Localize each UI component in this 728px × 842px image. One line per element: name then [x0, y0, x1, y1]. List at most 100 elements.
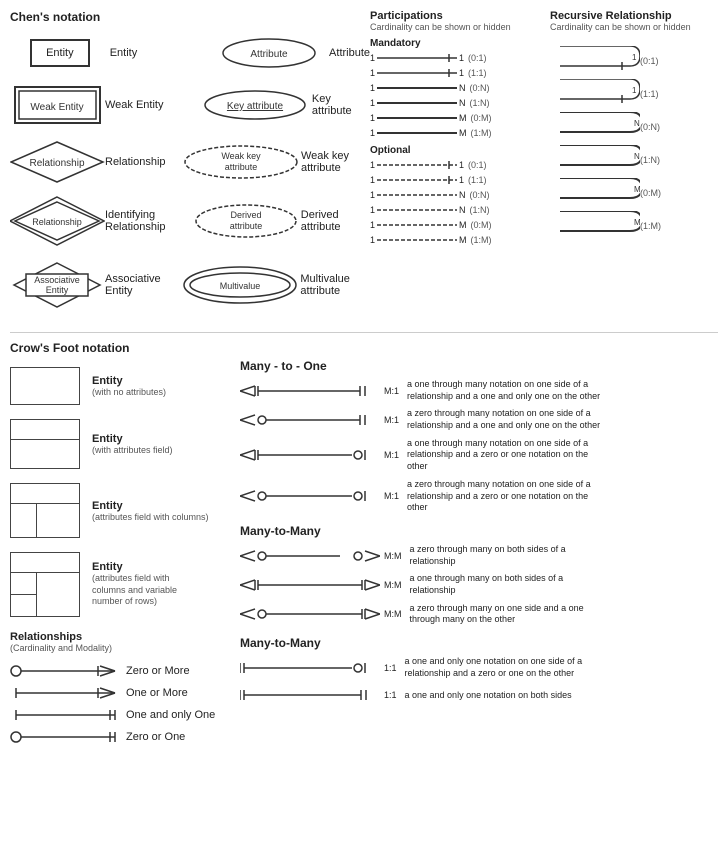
part-left-4: 1 [370, 98, 375, 108]
relationships-title: Relationships [10, 631, 240, 643]
mto-line-1 [240, 381, 380, 401]
part-left-1: 1 [370, 53, 375, 63]
chen-row-relationship: Relationship Relationship Weak key attri… [10, 140, 370, 184]
mto-ratio-3: M:1 [384, 450, 399, 460]
part-opt-card-5: (0:M) [471, 220, 492, 230]
part-left-6: 1 [370, 128, 375, 138]
rec-line-4: N [550, 145, 640, 175]
crows-left: Crow's Foot notation Entity (with no att… [10, 341, 240, 751]
attribute-ellipse-svg: Attribute [219, 36, 319, 70]
participations-subtitle: Cardinality can be shown or hidden [370, 22, 550, 32]
mto-desc-1: a one through many notation on one side … [407, 379, 607, 402]
crows-section: Crow's Foot notation Entity (with no att… [10, 341, 718, 751]
svg-text:Key attribute: Key attribute [227, 101, 284, 112]
mtm-line-2 [240, 575, 380, 595]
cf-entity-cols-row: Entity (attributes field with columns) [10, 483, 240, 538]
weak-entity-svg: Weak Entity [10, 82, 105, 128]
entity-label: Entity [110, 47, 210, 59]
relationship-label: Relationship [105, 156, 181, 168]
weak-key-shape: Weak key attribute [181, 143, 301, 181]
mtm-desc-3: a zero through many on one side and a on… [410, 603, 610, 626]
rec-line-6: M [550, 211, 640, 241]
part-left-3: 1 [370, 83, 375, 93]
rec-card-1: (0:1) [640, 56, 659, 66]
part-right-4: N [459, 98, 466, 108]
cf-entity-attr-row: Entity (with attributes field) [10, 419, 240, 469]
part-opt-card-6: (1:M) [471, 235, 492, 245]
svg-text:1: 1 [632, 53, 637, 62]
cf-entity-simple [10, 367, 80, 405]
part-opt-left-2: 1 [370, 175, 375, 185]
weak-key-label: Weak key attribute [301, 150, 370, 174]
crows-right: Many - to - One M:1 a one through many n… [240, 341, 718, 751]
mtm-row-2: M:M a one through many on both sides of … [240, 573, 718, 596]
part-line-opt-2 [377, 174, 457, 186]
rec-card-3: (0:N) [640, 122, 660, 132]
mtm-ratio-2: M:M [384, 580, 402, 590]
mto-row-4: M:1 a zero through many notation on one … [240, 479, 718, 514]
rec-row-5: M (0:M) [550, 178, 720, 208]
associative-shape: Associative Entity [10, 258, 105, 312]
key-attr-shape: Key attribute [199, 88, 312, 122]
relationship-svg: Relationship [10, 140, 105, 184]
relationship-shape: Relationship [10, 140, 105, 184]
part-line-mand-1 [377, 52, 457, 64]
mto-line-2 [240, 410, 380, 430]
oto-desc-1: a one and only one notation on one side … [405, 656, 605, 679]
part-mand-row-5: 1 M (0:M) [370, 112, 550, 124]
part-card-6: (1:M) [471, 128, 492, 138]
multivalue-label: Multivalue attribute [300, 273, 370, 297]
svg-text:attribute: attribute [225, 162, 258, 172]
oto-desc-2: a one and only one notation on both side… [405, 690, 572, 702]
relationships-subtitle: (Cardinality and Modality) [10, 643, 240, 653]
weak-entity-label: Weak Entity [105, 99, 199, 111]
oto-line-1 [240, 658, 380, 678]
relationships-section: Relationships (Cardinality and Modality) [10, 631, 240, 653]
recursive-title: Recursive Relationship [550, 10, 720, 22]
mto-line-4 [240, 486, 380, 506]
svg-text:Weak key: Weak key [221, 151, 261, 161]
recursive-section: Recursive Relationship Cardinality can b… [550, 10, 720, 324]
mto-ratio-2: M:1 [384, 415, 399, 425]
rec-card-5: (0:M) [640, 188, 661, 198]
attribute-shape: Attribute [209, 36, 329, 70]
part-card-1: (0:1) [468, 53, 487, 63]
part-opt-card-1: (0:1) [468, 160, 487, 170]
part-mand-row-4: 1 N (1:N) [370, 97, 550, 109]
part-line-opt-4 [377, 204, 457, 216]
many-to-one-title: Many - to - One [240, 359, 718, 373]
identifying-label: Identifying Relationship [105, 209, 191, 233]
cf-entity-rows-row: Entity (attributes field with columns an… [10, 552, 240, 617]
key-attr-label: Key attribute [312, 93, 370, 117]
oto-ratio-1: 1:1 [384, 663, 397, 673]
cf-entity-rows [10, 552, 80, 617]
cf-entity-attr [10, 419, 80, 469]
oto-ratio-2: 1:1 [384, 690, 397, 700]
cf-zero-more-line [10, 663, 120, 679]
part-card-4: (1:N) [470, 98, 490, 108]
attribute-label: Attribute [329, 47, 370, 59]
part-line-mand-4 [377, 97, 457, 109]
cf-one-one-line [10, 707, 120, 723]
part-opt-row-6: 1 M (1:M) [370, 234, 550, 246]
chen-section: Chen's notation Entity Entity Attribute … [10, 10, 370, 324]
part-opt-right-3: N [459, 190, 466, 200]
part-mand-row-6: 1 M (1:M) [370, 127, 550, 139]
cf-one-more-row: One or More [10, 685, 240, 701]
cf-zero-one-label: Zero or One [126, 731, 185, 743]
chen-row-entity: Entity Entity Attribute Attribute [10, 36, 370, 70]
rec-row-3: N (0:N) [550, 112, 720, 142]
mtm-desc-1: a zero through many on both sides of a r… [410, 544, 610, 567]
rec-row-1: 1 (0:1) [550, 46, 720, 76]
rec-line-5: M [550, 178, 640, 208]
cf-entity-cols-label: Entity (attributes field with columns) [92, 500, 209, 522]
chen-row-weak: Weak Entity Weak Entity Key attribute Ke… [10, 82, 370, 128]
cf-row-2 [11, 594, 36, 616]
part-line-mand-3 [377, 82, 457, 94]
derived-label: Derived attribute [301, 209, 370, 233]
participations-section: Participations Cardinality can be shown … [370, 10, 550, 324]
part-opt-right-4: N [459, 205, 466, 215]
identifying-svg: Relationship [10, 196, 105, 246]
mto-ratio-1: M:1 [384, 386, 399, 396]
mtm-row-3: M:M a zero through many on one side and … [240, 603, 718, 626]
